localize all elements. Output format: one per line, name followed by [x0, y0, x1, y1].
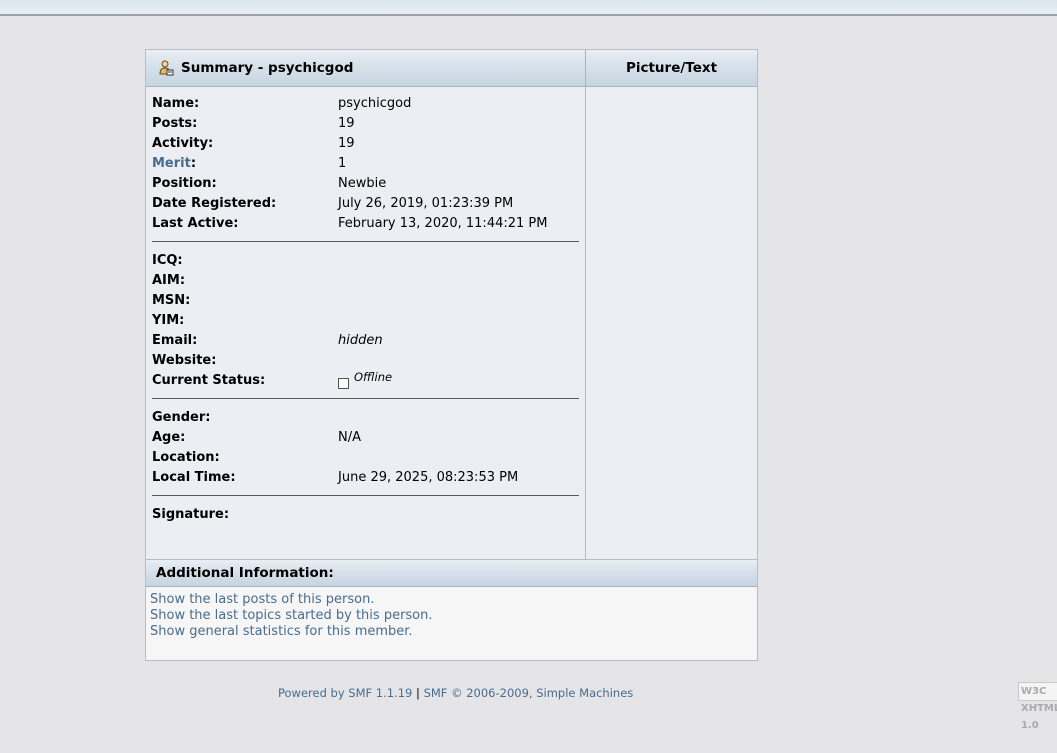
copyright-link[interactable]: SMF © 2006-2009, Simple Machines	[424, 686, 634, 700]
member-stats-link[interactable]: Show general statistics for this member.	[150, 624, 753, 640]
merit-colon: :	[190, 155, 197, 171]
divider	[152, 398, 579, 399]
picture-text-header: Picture/Text	[586, 50, 757, 86]
profile-header: Summary - psychicgod Picture/Text	[146, 50, 757, 87]
last-posts-link[interactable]: Show the last posts of this person.	[150, 592, 753, 608]
position-value: Newbie	[338, 175, 387, 191]
location-label: Location:	[152, 449, 220, 465]
name-label: Name:	[152, 95, 200, 111]
summary-header: Summary - psychicgod	[146, 50, 586, 86]
gender-label: Gender:	[152, 409, 211, 425]
picture-text-panel	[586, 87, 757, 559]
activity-label: Activity:	[152, 135, 214, 151]
email-row: Email: hidden	[152, 330, 579, 350]
website-row: Website:	[152, 350, 579, 370]
position-row: Position: Newbie	[152, 173, 579, 193]
registered-row: Date Registered: July 26, 2019, 01:23:39 …	[152, 193, 579, 213]
status-row: Current Status: Offline	[152, 370, 579, 390]
local-time-row: Local Time: June 29, 2025, 08:23:53 PM	[152, 467, 579, 487]
last-active-row: Last Active: February 13, 2020, 11:44:21 …	[152, 213, 579, 233]
local-time-label: Local Time:	[152, 469, 236, 485]
footer-separator: |	[416, 686, 420, 700]
email-value: hidden	[338, 332, 383, 348]
w3c-badge-icon[interactable]: W3C XHTML 1.0	[1018, 682, 1057, 731]
merit-value: 1	[338, 155, 347, 171]
additional-info-body: Show the last posts of this person. Show…	[146, 587, 757, 660]
name-row: Name: psychicgod	[152, 93, 579, 113]
profile-body: Name: psychicgod Posts: 19 Activity: 19 Mer…	[146, 87, 757, 559]
additional-info-title: Additional Information:	[156, 565, 334, 581]
profile-details: Name: psychicgod Posts: 19 Activity: 19 Mer…	[146, 87, 586, 559]
divider	[152, 495, 579, 496]
additional-info-header: Additional Information:	[146, 559, 757, 587]
profile-panel: Summary - psychicgod Picture/Text Name: p…	[145, 49, 758, 661]
registered-label: Date Registered:	[152, 195, 277, 211]
website-label: Website:	[152, 352, 217, 368]
merit-label: Merit:	[152, 156, 338, 171]
last-active-label: Last Active:	[152, 215, 239, 231]
powered-by-link[interactable]: Powered by SMF 1.1.19	[278, 686, 412, 700]
gender-row: Gender:	[152, 407, 579, 427]
user-profile-icon	[158, 60, 174, 76]
email-label: Email:	[152, 332, 198, 348]
yim-label: YIM:	[152, 312, 185, 328]
location-row: Location:	[152, 447, 579, 467]
name-value: psychicgod	[338, 95, 412, 111]
position-label: Position:	[152, 175, 217, 191]
age-label: Age:	[152, 429, 186, 445]
last-active-value: February 13, 2020, 11:44:21 PM	[338, 215, 548, 231]
registered-value: July 26, 2019, 01:23:39 PM	[338, 195, 514, 211]
signature-label: Signature:	[152, 506, 230, 522]
age-row: Age: N/A	[152, 427, 579, 447]
offline-status-icon	[338, 377, 349, 389]
last-topics-link[interactable]: Show the last topics started by this per…	[150, 608, 753, 624]
footer: Powered by SMF 1.1.19 | SMF © 2006-2009,…	[278, 686, 633, 700]
icq-label: ICQ:	[152, 252, 183, 268]
icq-row: ICQ:	[152, 250, 579, 270]
merit-link[interactable]: Merit	[152, 156, 191, 171]
yim-row: YIM:	[152, 310, 579, 330]
status-value: Offline	[354, 369, 393, 384]
top-bar	[0, 0, 1057, 16]
msn-label: MSN:	[152, 292, 191, 308]
aim-label: AIM:	[152, 272, 186, 288]
divider	[152, 241, 579, 242]
posts-label: Posts:	[152, 115, 198, 131]
merit-row: Merit: 1	[152, 153, 579, 173]
status-label: Current Status:	[152, 372, 266, 388]
msn-row: MSN:	[152, 290, 579, 310]
activity-row: Activity: 19	[152, 133, 579, 153]
aim-row: AIM:	[152, 270, 579, 290]
posts-row: Posts: 19	[152, 113, 579, 133]
activity-value: 19	[338, 135, 355, 151]
posts-value: 19	[338, 115, 355, 131]
signature-row: Signature:	[152, 504, 579, 524]
age-value: N/A	[338, 429, 361, 445]
summary-title: Summary - psychicgod	[181, 60, 354, 76]
picture-text-title: Picture/Text	[625, 60, 718, 76]
local-time-value: June 29, 2025, 08:23:53 PM	[338, 469, 519, 485]
